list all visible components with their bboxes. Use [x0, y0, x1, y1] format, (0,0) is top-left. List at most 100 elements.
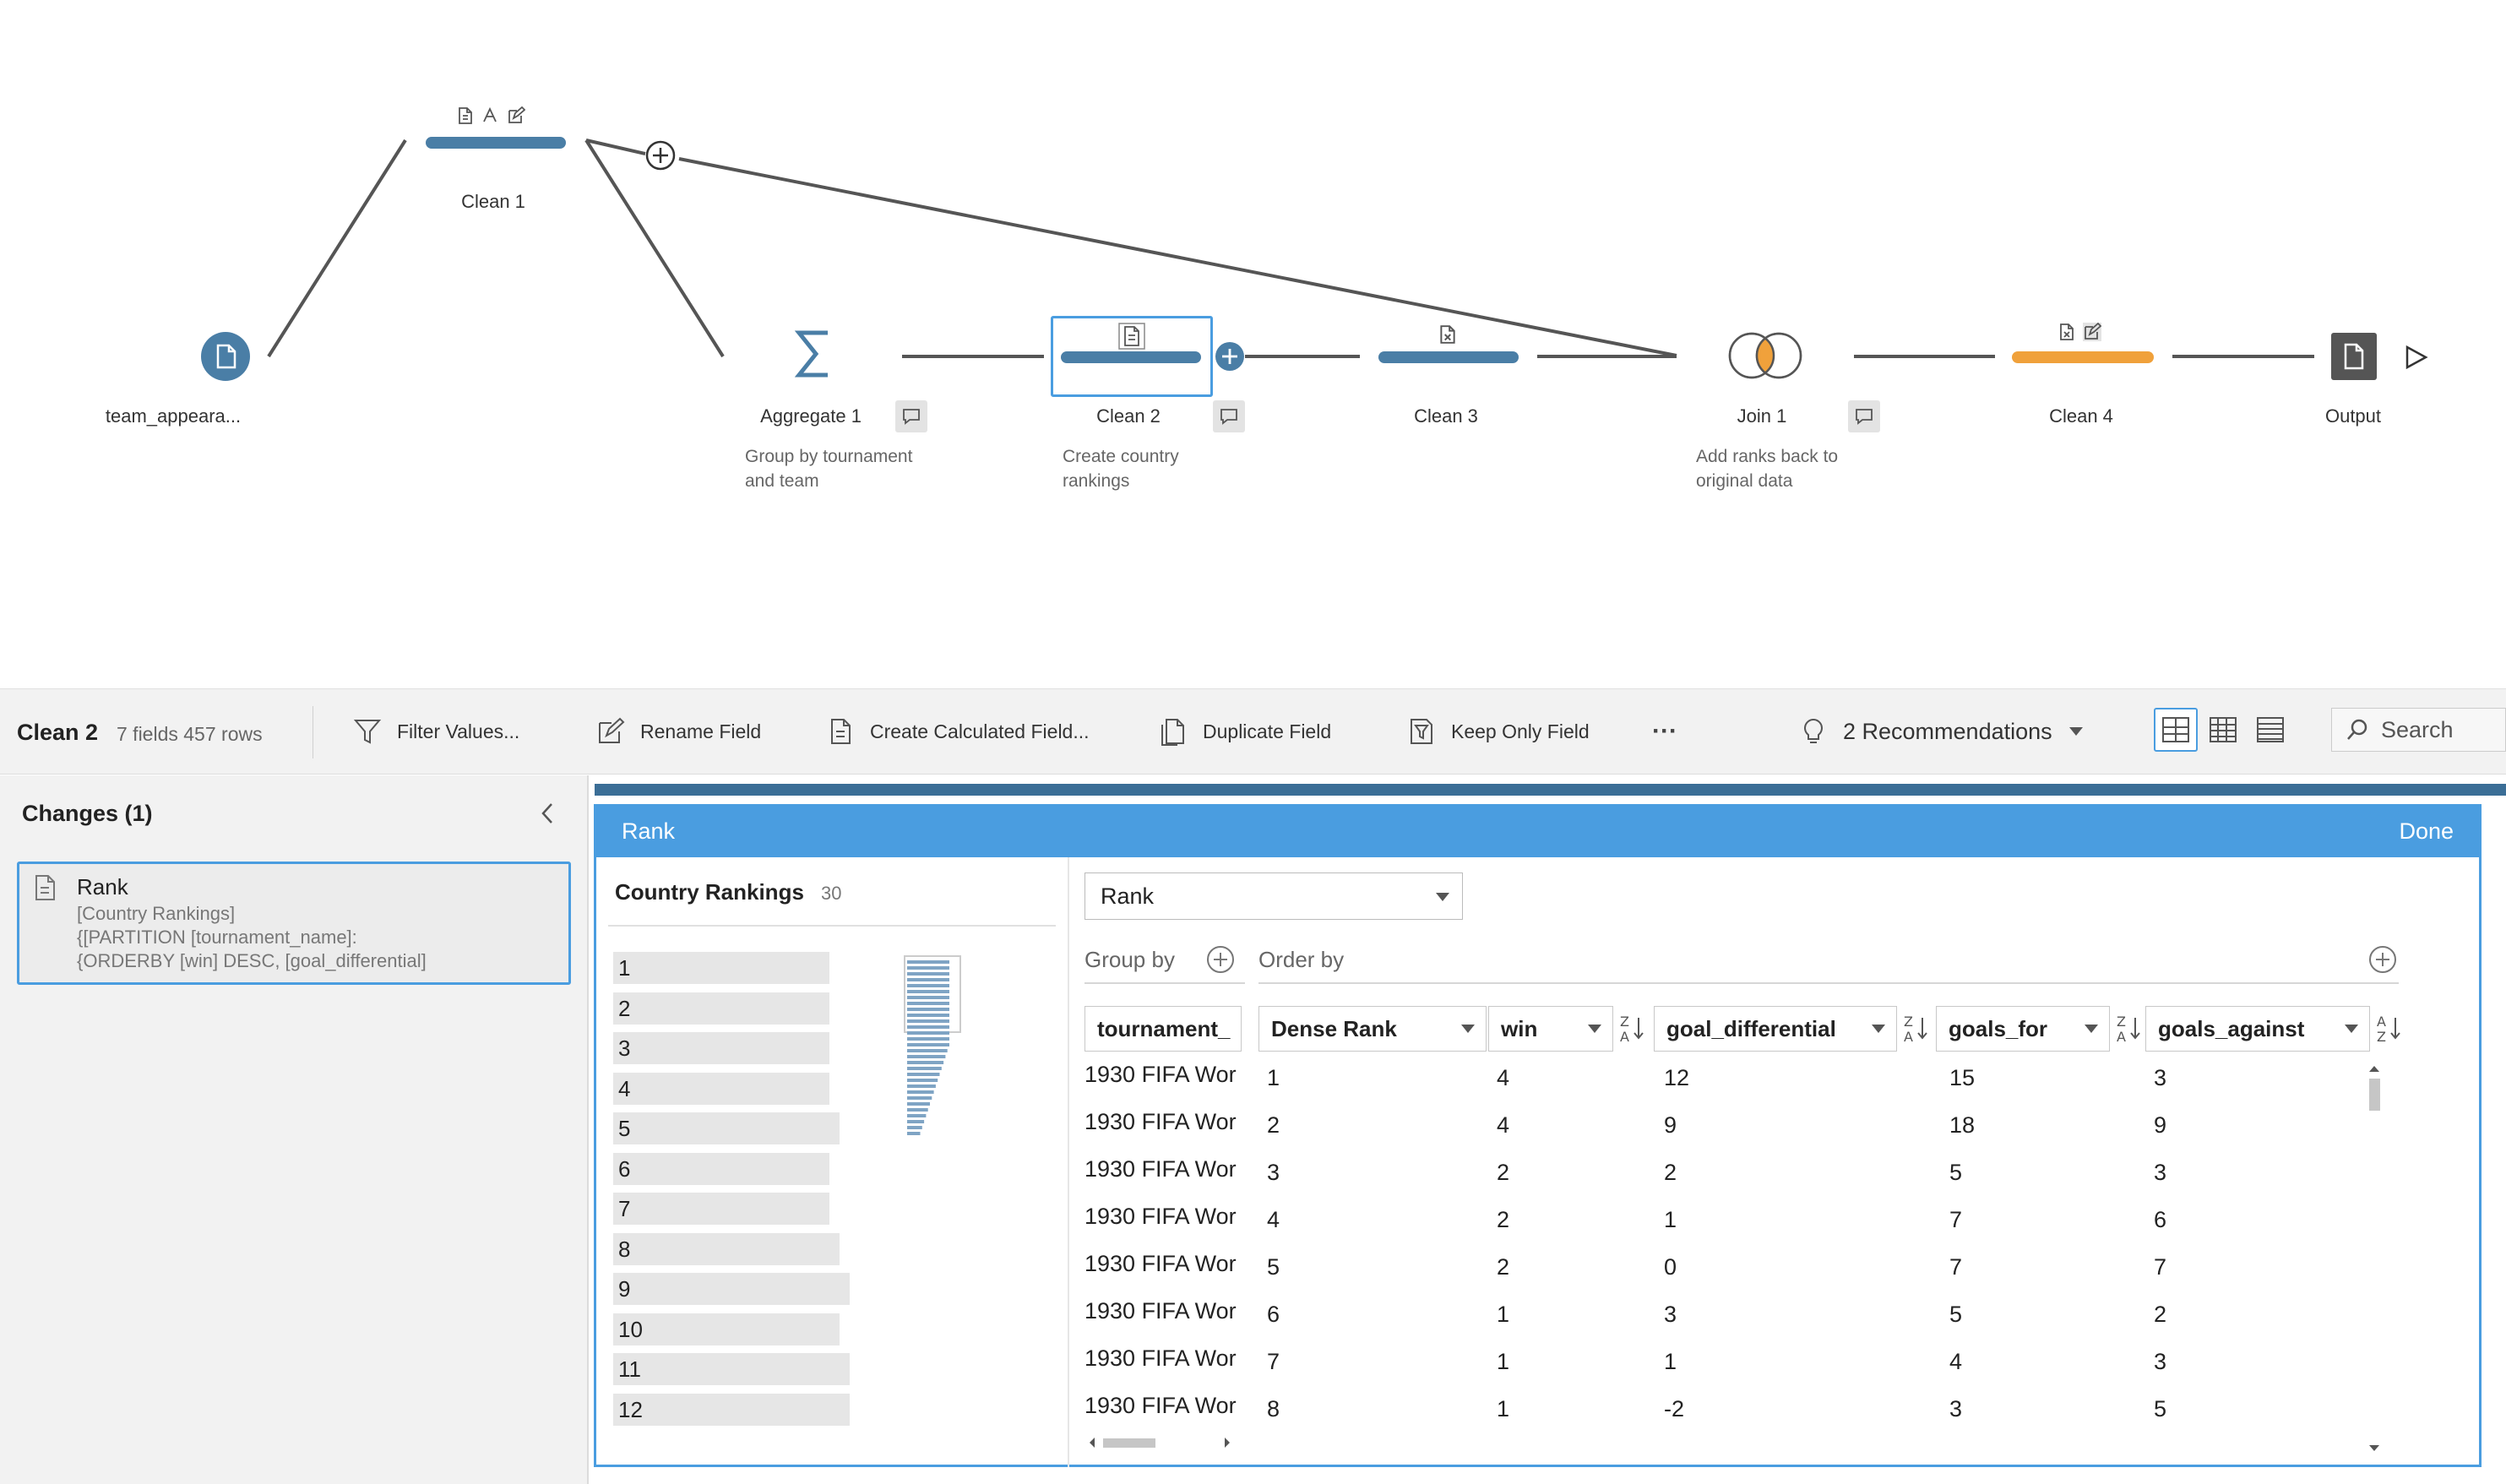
sort-desc-icon[interactable]: ZA	[1615, 1008, 1649, 1050]
add-group-by-plus-icon[interactable]	[1206, 945, 1235, 974]
input-node-label[interactable]: team_appeara...	[106, 405, 241, 427]
clean1-node[interactable]	[426, 137, 566, 149]
calc-field-icon	[459, 107, 472, 124]
profile-value-bar[interactable]: 9	[613, 1273, 850, 1305]
profile-value-bar[interactable]: 10	[613, 1313, 840, 1345]
output-node-label[interactable]: Output	[2325, 405, 2381, 427]
duplicate-field-label: Duplicate Field	[1203, 720, 1332, 742]
chevron-down-icon	[1588, 1025, 1601, 1033]
svg-text:Z: Z	[1904, 1014, 1913, 1030]
aggregate1-desc-line2: and team	[745, 471, 819, 491]
collapse-chevron-icon[interactable]	[537, 801, 557, 826]
table-cell: 1	[1497, 1396, 1510, 1421]
profile-value-bar[interactable]: 6	[613, 1152, 829, 1185]
filter-icon	[353, 720, 382, 744]
profile-value-bar[interactable]: 11	[613, 1353, 850, 1385]
table-cell: -2	[1664, 1396, 1685, 1421]
clean4-node-label[interactable]: Clean 4	[2049, 405, 2113, 427]
data-grid-view-button[interactable]	[2248, 708, 2292, 752]
add-step-plus-icon[interactable]	[645, 140, 676, 171]
histogram-bar	[907, 1049, 948, 1052]
join1-node-label[interactable]: Join 1	[1737, 405, 1787, 427]
clean2-node[interactable]	[1061, 351, 1201, 363]
histogram-bar	[907, 1096, 932, 1100]
more-actions-button[interactable]: ···	[1652, 715, 1677, 748]
calculated-field-icon	[35, 875, 55, 900]
editor-title: Rank	[622, 818, 676, 844]
profile-value-bar[interactable]: 3	[613, 1032, 829, 1064]
rank-function-select[interactable]: Rank	[1084, 872, 1463, 920]
list-view-button[interactable]	[2201, 708, 2245, 752]
change-item-rank[interactable]: Rank [Country Rankings] {[PARTITION [tou…	[17, 862, 571, 985]
vertical-scrollbar[interactable]	[2362, 1060, 2387, 1457]
join1-comment-button[interactable]	[1848, 400, 1880, 432]
histogram-bar	[907, 1120, 925, 1123]
add-order-by-plus-icon[interactable]	[2368, 945, 2397, 974]
profile-view-button[interactable]	[2154, 708, 2198, 752]
histogram-bar	[907, 1008, 949, 1011]
rename-field-button[interactable]: Rename Field	[596, 715, 761, 748]
keep-only-field-button[interactable]: Keep Only Field	[1407, 715, 1590, 748]
tournament-cell: 1930 FIFA Wor	[1084, 1156, 1237, 1182]
table-cell: 18	[1949, 1112, 1976, 1138]
histogram-bar	[907, 1084, 936, 1088]
profile-value-bar[interactable]: 8	[613, 1232, 840, 1265]
output-file-icon[interactable]	[2331, 333, 2377, 380]
profile-value-bar[interactable]: 1	[613, 952, 829, 984]
goals-against-column-header[interactable]: goals_against	[2145, 1006, 2370, 1052]
profile-value-bar[interactable]: 12	[613, 1393, 850, 1426]
aggregate-sigma-icon[interactable]	[794, 328, 833, 380]
change-item-line2: {[PARTITION [tournament_name]:	[77, 927, 357, 948]
input-file-icon[interactable]	[201, 332, 250, 381]
chevron-down-icon	[2085, 1025, 2098, 1033]
done-button[interactable]: Done	[2399, 818, 2454, 845]
profile-value-bar[interactable]: 7	[613, 1193, 829, 1225]
table-cell: 5	[1267, 1254, 1280, 1280]
grid-view-icon	[2210, 717, 2237, 742]
calculated-field-icon	[831, 719, 851, 744]
filter-values-button[interactable]: Filter Values...	[353, 715, 519, 748]
table-cell: 5	[2154, 1396, 2167, 1421]
clean4-node[interactable]	[2012, 351, 2154, 363]
goals-for-column-header[interactable]: goals_for	[1936, 1006, 2110, 1052]
profile-value-bar[interactable]: 2	[613, 992, 829, 1025]
flow-canvas[interactable]: team_appeara... Clean 1 Aggregate 1 Grou…	[0, 0, 2506, 688]
sort-asc-icon[interactable]: AZ	[2372, 1008, 2405, 1050]
svg-text:A: A	[1904, 1029, 1913, 1045]
win-column-header[interactable]: win	[1488, 1006, 1613, 1052]
create-calculated-field-button[interactable]: Create Calculated Field...	[826, 715, 1090, 748]
sort-desc-icon[interactable]: ZA	[1899, 1008, 1933, 1050]
recommendations-button[interactable]: 2 Recommendations	[1799, 715, 2085, 748]
profile-value-bar[interactable]: 4	[613, 1072, 829, 1105]
aggregate1-node-label[interactable]: Aggregate 1	[760, 405, 862, 427]
histogram-bar	[907, 1102, 930, 1106]
table-cell: 5	[1949, 1302, 1963, 1327]
remove-field-icon	[2060, 323, 2074, 340]
recommendations-label: 2 Recommendations	[1843, 718, 2052, 744]
table-cell: 12	[1664, 1065, 1690, 1090]
goal-differential-column-header[interactable]: goal_differential	[1654, 1006, 1897, 1052]
clean2-node-label[interactable]: Clean 2	[1096, 405, 1161, 427]
clean2-add-plus-icon[interactable]	[1215, 341, 1245, 372]
sort-desc-icon[interactable]: ZA	[2112, 1008, 2145, 1050]
search-input[interactable]: Search	[2331, 708, 2506, 752]
comment-icon	[1856, 409, 1873, 425]
clean3-node[interactable]	[1378, 351, 1519, 363]
horizontal-scrollbar[interactable]	[1084, 1430, 1245, 1455]
join-venn-icon[interactable]	[1726, 329, 1804, 382]
dense-rank-column-header[interactable]: Dense Rank	[1258, 1006, 1487, 1052]
svg-text:Z: Z	[2377, 1029, 2386, 1045]
tournament-cell: 1930 FIFA Wor	[1084, 1345, 1237, 1371]
edit-icon	[2083, 323, 2101, 341]
clean1-node-label[interactable]: Clean 1	[461, 191, 525, 213]
aggregate1-desc: Group by tournament and team	[745, 444, 912, 493]
run-flow-play-icon[interactable]	[2404, 345, 2429, 370]
search-placeholder: Search	[2381, 716, 2454, 742]
histogram-bar	[907, 1002, 949, 1005]
clean3-node-label[interactable]: Clean 3	[1414, 405, 1478, 427]
group-column-header[interactable]: tournament_	[1084, 1006, 1242, 1052]
clean2-comment-button[interactable]	[1213, 400, 1245, 432]
duplicate-field-button[interactable]: Duplicate Field	[1159, 715, 1331, 748]
aggregate1-comment-button[interactable]	[895, 400, 927, 432]
profile-value-bar[interactable]: 5	[613, 1112, 840, 1144]
